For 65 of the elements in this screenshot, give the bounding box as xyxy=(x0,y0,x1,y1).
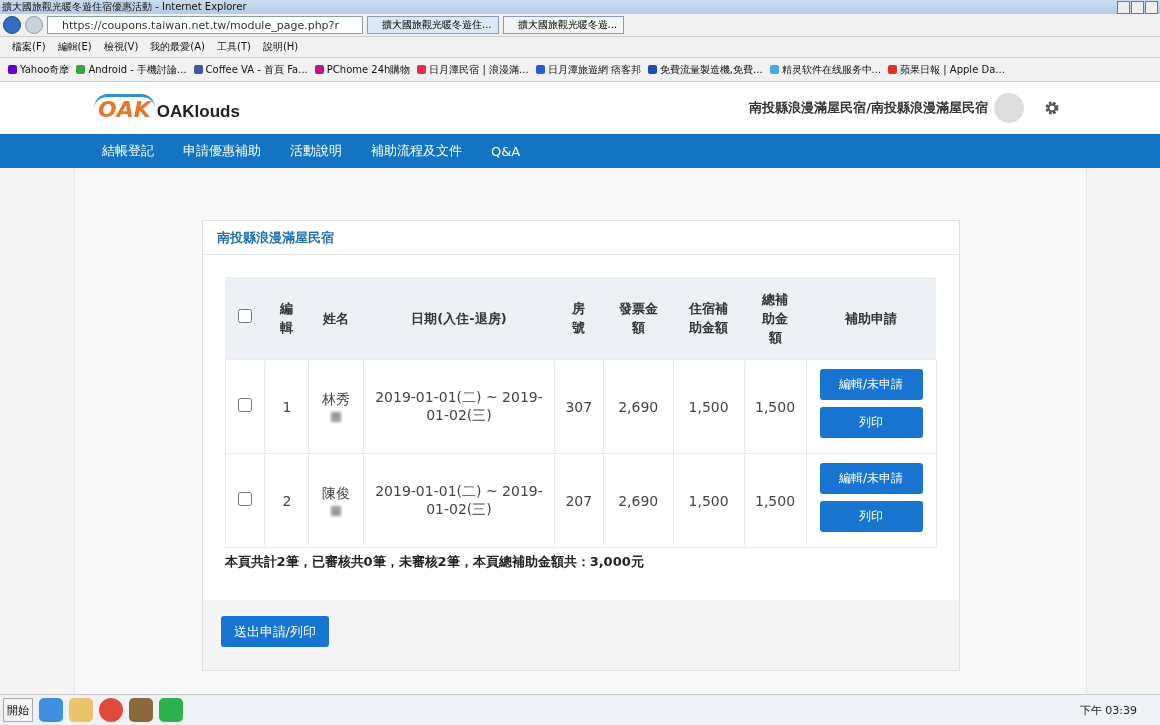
table-cell: 1,500 xyxy=(673,359,745,454)
column-header: 總補助金額 xyxy=(762,290,789,347)
favorite-link[interactable]: 日月潭民宿 | 浪漫滿... xyxy=(429,62,529,77)
back-button[interactable] xyxy=(3,16,21,34)
menu-item[interactable]: 工具(T) xyxy=(217,40,251,54)
menu-item[interactable]: 檔案(F) xyxy=(12,40,46,54)
column-header: 編輯 xyxy=(280,300,294,337)
edit-button[interactable]: 編輯/未申請 xyxy=(819,368,923,400)
favorite-link[interactable]: Yahoo奇摩 xyxy=(20,62,70,77)
nav-link[interactable]: 申請優惠補助 xyxy=(183,142,261,160)
row-checkbox[interactable] xyxy=(237,398,252,412)
start-button[interactable]: 開始 xyxy=(3,698,33,722)
table-cell: 207 xyxy=(554,453,604,548)
browser-tab[interactable]: 擴大國旅觀光暖冬遊... xyxy=(502,16,625,34)
column-header: 姓名 xyxy=(323,309,350,328)
summary-text: 本頁共計2筆，已審核共0筆，未審核2筆，本頁總補助金額共：3,000元 xyxy=(224,553,645,571)
menu-item[interactable]: 檢視(V) xyxy=(103,40,139,54)
address-field[interactable]: https://coupons.taiwan.net.tw/module_page.php?r xyxy=(47,16,363,34)
table-cell: 2019-01-01(二) ~ 2019-01-02(三) xyxy=(363,453,555,548)
menu-item[interactable]: 編輯(E) xyxy=(57,40,92,54)
card-title: 南投縣浪漫滿屋民宿 xyxy=(202,221,959,255)
nav-link[interactable]: Q&A xyxy=(491,143,521,159)
submit-button[interactable]: 送出申請/列印 xyxy=(220,616,329,647)
print-button[interactable]: 列印 xyxy=(819,406,923,438)
favorite-link[interactable]: 免費流量製造機,免費... xyxy=(659,62,763,77)
favorite-link[interactable]: 蘋果日報 | Apple Da... xyxy=(900,62,1005,77)
table-cell: 2,690 xyxy=(603,359,674,454)
select-all-checkbox[interactable] xyxy=(237,308,252,323)
table-cell: 1 xyxy=(264,359,309,454)
settings-icon[interactable] xyxy=(1044,100,1060,116)
column-header: 發票金額 xyxy=(618,300,658,337)
column-header: 房號 xyxy=(572,300,586,337)
table-cell: 2019-01-01(二) ~ 2019-01-02(三) xyxy=(363,359,555,454)
nav-link[interactable]: 補助流程及文件 xyxy=(371,142,462,160)
favorite-link[interactable]: 日月潭旅遊網 痞客邦 xyxy=(547,62,641,77)
table-cell: 1,500 xyxy=(744,359,806,454)
table-cell: 陳俊 xyxy=(308,453,364,548)
clock: 下午 03:39 xyxy=(1079,702,1137,718)
favorite-link[interactable]: PChome 24h購物 xyxy=(326,62,411,77)
table-cell: 1,500 xyxy=(744,453,806,548)
browser-tab[interactable]: 擴大國旅觀光暖冬遊住... xyxy=(367,16,499,34)
print-button[interactable]: 列印 xyxy=(819,500,923,532)
favorite-link[interactable]: 精灵软件在线服务中... xyxy=(781,62,882,77)
table-cell: 2 xyxy=(264,453,309,548)
user-name: 南投縣浪漫滿屋民宿/南投縣浪漫滿屋民宿 xyxy=(749,99,988,117)
table-cell: 1,500 xyxy=(673,453,745,548)
table-cell: 2,690 xyxy=(603,453,674,548)
logo-mark: OAK xyxy=(94,94,155,122)
column-header: 住宿補助金額 xyxy=(689,300,729,337)
column-header: 日期(入住-退房) xyxy=(411,309,507,328)
row-checkbox[interactable] xyxy=(237,492,252,506)
favorite-link[interactable]: Android - 手機討論... xyxy=(88,62,187,77)
nav-link[interactable]: 活動說明 xyxy=(290,142,342,160)
window-title: 擴大國旅觀光暖冬遊住宿優惠活動 - Internet Explorer xyxy=(2,0,247,14)
column-header: 補助申請 xyxy=(845,309,897,328)
table-cell: 307 xyxy=(554,359,604,454)
blurred-mark xyxy=(331,412,342,422)
table-cell: 林秀 xyxy=(308,359,364,454)
blurred-mark xyxy=(331,506,342,516)
menu-item[interactable]: 我的最愛(A) xyxy=(150,40,205,54)
menu-item[interactable]: 說明(H) xyxy=(262,40,299,54)
favorite-link[interactable]: Coffee VA - 首頁 Fa... xyxy=(205,62,308,77)
logo-text: OAKlouds xyxy=(156,102,240,122)
nav-link[interactable]: 結帳登記 xyxy=(102,142,154,160)
edit-button[interactable]: 編輯/未申請 xyxy=(819,462,923,494)
